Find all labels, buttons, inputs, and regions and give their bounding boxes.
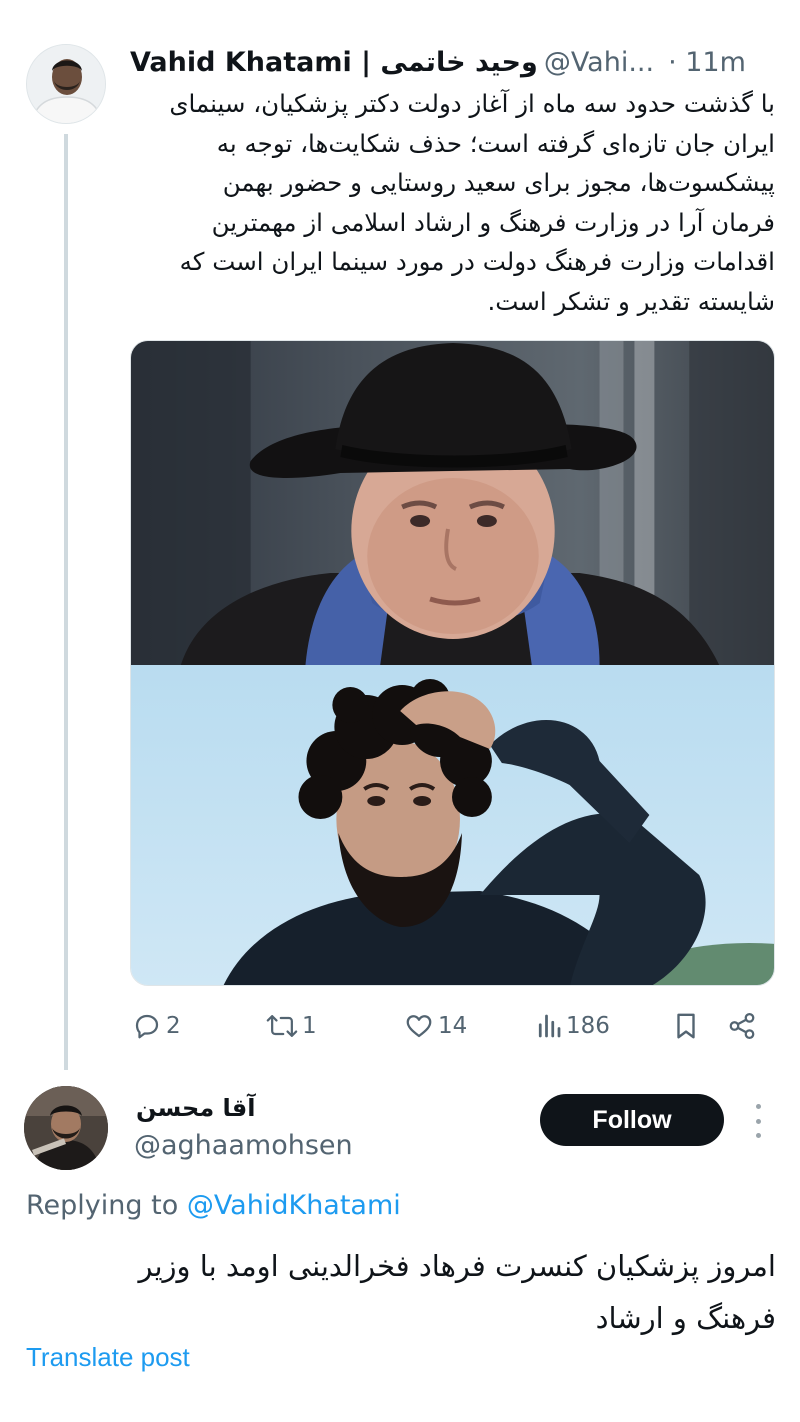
tweet-text-line: پیشکسوت‌ها، مجوز برای سعید روستایی و حضو… [222, 168, 775, 197]
follow-button[interactable]: Follow [540, 1094, 724, 1146]
replying-to-line: Replying to @VahidKhatami [26, 1190, 401, 1221]
views-count: 186 [566, 1013, 610, 1039]
reply-count: 2 [166, 1013, 181, 1039]
repost-count: 1 [302, 1013, 317, 1039]
repost-icon [266, 1015, 298, 1037]
user-avatar-icon [24, 1086, 108, 1170]
tweet-timestamp[interactable]: · 11m [668, 47, 746, 78]
photo-older-man-icon[interactable] [131, 341, 774, 665]
replying-to-handle-link[interactable]: @VahidKhatami [187, 1190, 401, 1221]
tweet-action-bar: 2 1 14 186 [0, 1004, 800, 1048]
bookmark-action[interactable] [672, 1004, 700, 1048]
reply-text-line: فرهنگ و ارشاد [595, 1301, 776, 1335]
user-avatar-icon [27, 45, 105, 123]
reply-author-handle[interactable]: @aghaamohsen [134, 1130, 353, 1161]
tweet-text: با گذشت حدود سه ماه از آغاز دولت دکتر پز… [130, 84, 775, 321]
tweet-header: Vahid Khatami | وحید خاتمی @Vahi... · 11… [130, 42, 770, 82]
tweet-text-line: فرمان آرا در وزارت فرهنگ و ارشاد اسلامی … [211, 207, 775, 237]
share-action[interactable] [726, 1004, 758, 1048]
tweet-text-line: با گذشت حدود سه ماه از آغاز دولت دکتر پز… [169, 89, 775, 118]
views-action[interactable]: 186 [536, 1004, 610, 1048]
repost-action[interactable]: 1 [266, 1004, 317, 1048]
bookmark-icon [677, 1013, 695, 1039]
like-icon [406, 1015, 432, 1038]
thread-connector-line [64, 134, 68, 1070]
tweet-media[interactable] [130, 340, 775, 986]
author-handle[interactable]: @Vahi... [544, 47, 654, 78]
reply-text-line: امروز پزشکیان کنسرت فرهاد فخرالدینی اومد… [138, 1249, 776, 1283]
tweet-text-line: اقدامات وزارت فرهنگ دولت در مورد سینما ا… [179, 247, 775, 276]
like-count: 14 [438, 1013, 468, 1039]
author-avatar[interactable] [26, 44, 106, 124]
reply-icon [135, 1014, 159, 1039]
more-options-icon[interactable] [752, 1104, 764, 1138]
like-action[interactable]: 14 [404, 1004, 467, 1048]
photo-bearded-man-icon[interactable] [131, 665, 774, 986]
reply-author-avatar[interactable] [24, 1086, 108, 1170]
tweet-text-line: شایسته تقدیر و تشکر است. [487, 286, 776, 316]
translate-post-link[interactable]: Translate post [26, 1342, 190, 1373]
share-icon [729, 1013, 755, 1039]
views-icon [538, 1014, 561, 1038]
reply-text: امروز پزشکیان کنسرت فرهاد فخرالدینی اومد… [26, 1240, 776, 1344]
reply-author-display-name[interactable]: آقا محسن [136, 1094, 255, 1122]
author-display-name[interactable]: Vahid Khatami | وحید خاتمی [130, 47, 538, 78]
tweet-text-line: ایران جان تازه‌ای گرفته است؛ حذف شکایت‌ه… [216, 128, 775, 158]
reply-action[interactable]: 2 [132, 1004, 181, 1048]
replying-to-prefix: Replying to [26, 1190, 179, 1221]
